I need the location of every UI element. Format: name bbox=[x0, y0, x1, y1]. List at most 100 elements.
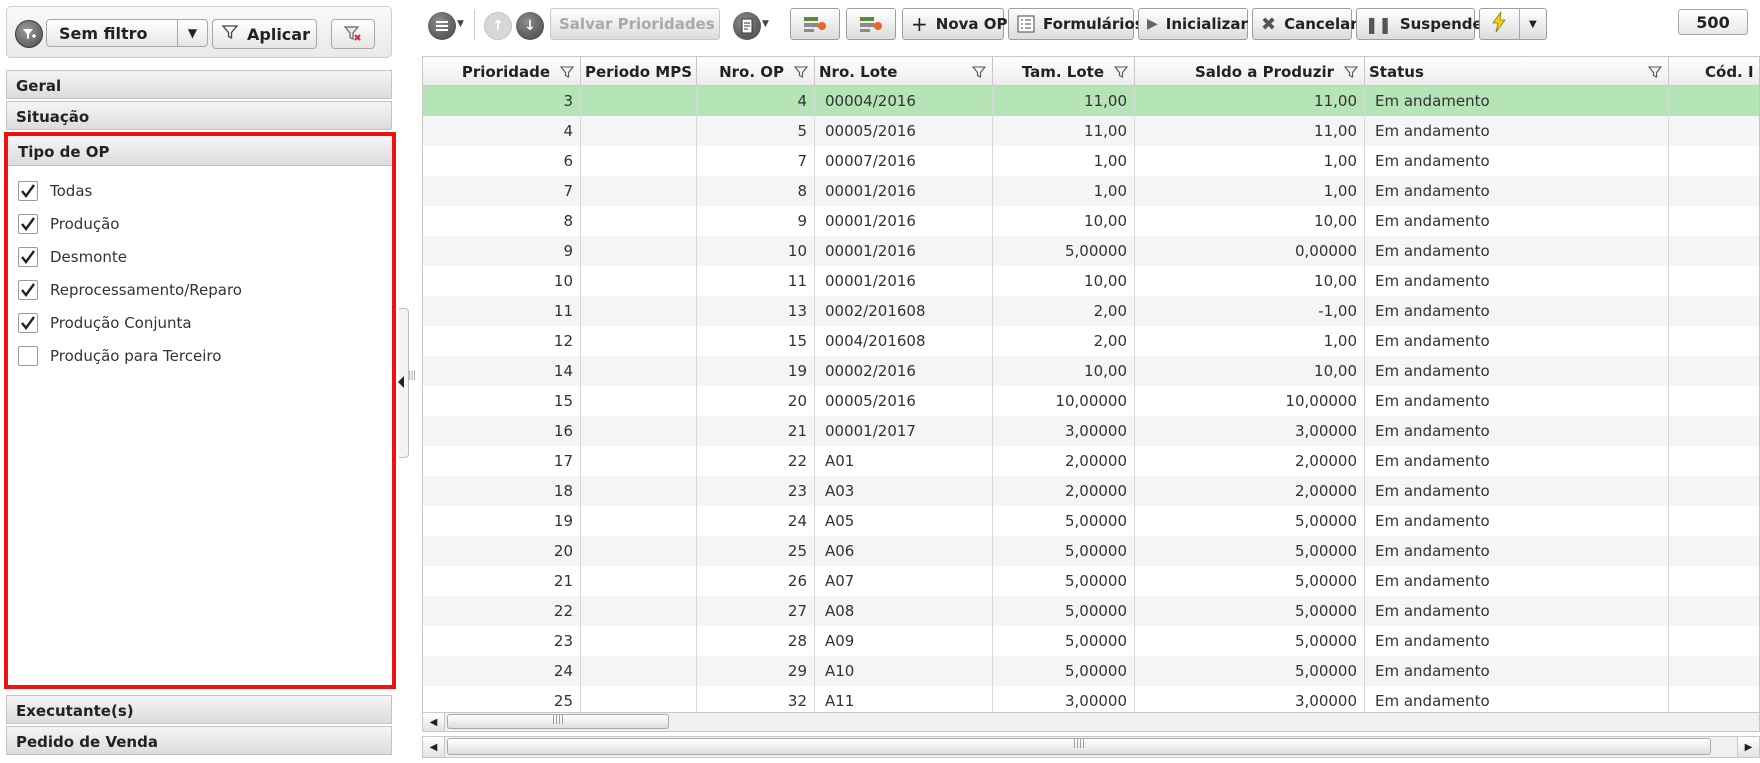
column-divider bbox=[1364, 86, 1365, 713]
table-row[interactable]: 7 8 00001/2016 1,00 1,00 Em andamento bbox=[423, 176, 1759, 206]
document-menu-button[interactable] bbox=[733, 12, 761, 40]
table-row[interactable]: 18 23 A03 2,00000 2,00000 Em andamento bbox=[423, 476, 1759, 506]
table-row[interactable]: 19 24 A05 5,00000 5,00000 Em andamento bbox=[423, 506, 1759, 536]
chevron-down-icon[interactable]: ▼ bbox=[177, 20, 207, 46]
actions-menu-button[interactable]: ▼ bbox=[1479, 8, 1547, 40]
cell-saldo: 5,00000 bbox=[1294, 572, 1357, 590]
funnel-icon[interactable] bbox=[1646, 63, 1664, 81]
funnel-icon[interactable] bbox=[558, 63, 576, 81]
checkbox-checked[interactable] bbox=[18, 313, 38, 333]
table-row[interactable]: 14 19 00002/2016 10,00 10,00 Em andamento bbox=[423, 356, 1759, 386]
column-header-saldo[interactable]: Saldo a Produzir bbox=[1135, 57, 1365, 86]
cell-periodo bbox=[581, 326, 697, 356]
checkbox-unchecked[interactable] bbox=[18, 346, 38, 366]
table-row[interactable]: 4 5 00005/2016 11,00 11,00 Em andamento bbox=[423, 116, 1759, 146]
table-row[interactable]: 10 11 00001/2016 10,00 10,00 Em andamento bbox=[423, 266, 1759, 296]
accordion-tipo-op[interactable]: Tipo de OP bbox=[8, 136, 392, 166]
table-row[interactable]: 12 15 0004/201608 2,00 1,00 Em andamento bbox=[423, 326, 1759, 356]
cell-prioridade: 4 bbox=[563, 122, 573, 140]
accordion-situacao[interactable]: Situação bbox=[6, 101, 392, 130]
gantt-settings-button[interactable] bbox=[846, 8, 896, 40]
outer-horizontal-scrollbar[interactable]: ◀ |||| ▶ bbox=[422, 736, 1760, 758]
table-row[interactable]: 24 29 A10 5,00000 5,00000 Em andamento bbox=[423, 656, 1759, 686]
cell-periodo bbox=[581, 416, 697, 446]
clear-filter-button[interactable] bbox=[331, 19, 375, 49]
scroll-left-icon[interactable]: ◀ bbox=[423, 713, 445, 731]
chevron-down-icon[interactable]: ▼ bbox=[457, 19, 464, 29]
accordion-pedido-venda[interactable]: Pedido de Venda bbox=[6, 726, 392, 755]
cell-status: Em andamento bbox=[1375, 422, 1490, 440]
table-row[interactable]: 3 4 00004/2016 11,00 11,00 Em andamento bbox=[423, 86, 1759, 116]
suspend-button[interactable]: ❚❚ Suspender bbox=[1356, 8, 1490, 40]
table-row[interactable]: 15 20 00005/2016 10,00000 10,00000 Em andamen… bbox=[423, 386, 1759, 416]
checkbox-checked[interactable] bbox=[18, 214, 38, 234]
column-header-prioridade[interactable]: Prioridade bbox=[423, 57, 581, 86]
table-row[interactable]: 23 28 A09 5,00000 5,00000 Em andamento bbox=[423, 626, 1759, 656]
scroll-right-icon[interactable]: ▶ bbox=[1737, 737, 1759, 757]
funnel-icon[interactable] bbox=[1112, 63, 1130, 81]
scroll-thumb[interactable]: |||| bbox=[447, 714, 669, 729]
cell-status: Em andamento bbox=[1375, 152, 1490, 170]
funnel-icon[interactable] bbox=[970, 63, 988, 81]
collapse-arrow-icon[interactable] bbox=[398, 376, 404, 388]
table-row[interactable]: 8 9 00001/2016 10,00 10,00 Em andamento bbox=[423, 206, 1759, 236]
cell-status: Em andamento bbox=[1375, 452, 1490, 470]
filter-select[interactable]: Sem filtro ▼ bbox=[46, 19, 208, 47]
funnel-icon[interactable] bbox=[1342, 63, 1360, 81]
table-row[interactable]: 11 13 0002/201608 2,00 -1,00 Em andamento bbox=[423, 296, 1759, 326]
chevron-down-icon[interactable]: ▼ bbox=[1518, 9, 1546, 39]
table-row[interactable]: 16 21 00001/2017 3,00000 3,00000 Em andamento bbox=[423, 416, 1759, 446]
tipo-op-option[interactable]: Reprocessamento/Reparo bbox=[18, 278, 242, 302]
table-row[interactable]: 20 25 A06 5,00000 5,00000 Em andamento bbox=[423, 536, 1759, 566]
column-header-tam-lote[interactable]: Tam. Lote bbox=[993, 57, 1135, 86]
new-op-button[interactable]: + Nova OP bbox=[902, 8, 1008, 40]
cell-lote: 00001/2016 bbox=[825, 182, 916, 200]
cancel-op-button[interactable]: ✖ Cancelar bbox=[1252, 8, 1358, 40]
inner-horizontal-scrollbar[interactable]: ◀ |||| bbox=[422, 712, 1760, 732]
tipo-op-option[interactable]: Produção bbox=[18, 212, 119, 236]
cell-periodo bbox=[581, 596, 697, 626]
checkbox-checked[interactable] bbox=[18, 181, 38, 201]
checkmark-icon bbox=[21, 250, 35, 264]
table-row[interactable]: 22 27 A08 5,00000 5,00000 Em andamento bbox=[423, 596, 1759, 626]
checkbox-checked[interactable] bbox=[18, 247, 38, 267]
cell-saldo: 10,00 bbox=[1314, 212, 1357, 230]
cell-status: Em andamento bbox=[1375, 332, 1490, 350]
tipo-op-option[interactable]: Produção Conjunta bbox=[18, 311, 192, 335]
forms-button[interactable]: Formulários bbox=[1008, 8, 1144, 40]
save-priorities-button[interactable]: Salvar Prioridades bbox=[550, 8, 720, 40]
accordion-geral[interactable]: Geral bbox=[6, 70, 392, 99]
scroll-thumb[interactable]: |||| bbox=[447, 738, 1711, 755]
chevron-down-icon[interactable]: ▼ bbox=[762, 19, 769, 29]
column-header-periodo-mps[interactable]: Periodo MPS bbox=[581, 57, 697, 86]
tipo-op-option[interactable]: Produção para Terceiro bbox=[18, 344, 221, 368]
table-row[interactable]: 9 10 00001/2016 5,00000 0,00000 Em andamento bbox=[423, 236, 1759, 266]
cell-op: 5 bbox=[797, 122, 807, 140]
accordion-executantes[interactable]: Executante(s) bbox=[6, 695, 392, 724]
page-size-field[interactable]: 500 bbox=[1678, 9, 1748, 35]
filter-menu-button[interactable] bbox=[15, 20, 43, 48]
scroll-left-icon[interactable]: ◀ bbox=[423, 737, 445, 757]
column-header-status[interactable]: Status bbox=[1365, 57, 1669, 86]
cell-lote: 0004/201608 bbox=[825, 332, 926, 350]
column-label: Nro. Lote bbox=[819, 63, 898, 81]
column-header-nro-lote[interactable]: Nro. Lote bbox=[815, 57, 993, 86]
gantt-view-button[interactable] bbox=[790, 8, 840, 40]
funnel-icon[interactable] bbox=[792, 63, 810, 81]
checkbox-checked[interactable] bbox=[18, 280, 38, 300]
cell-periodo bbox=[581, 356, 697, 386]
table-row[interactable]: 6 7 00007/2016 1,00 1,00 Em andamento bbox=[423, 146, 1759, 176]
tipo-op-option[interactable]: Desmonte bbox=[18, 245, 127, 269]
table-row[interactable]: 17 22 A01 2,00000 2,00000 Em andamento bbox=[423, 446, 1759, 476]
table-row[interactable]: 25 32 A11 3,00000 3,00000 Em andamento bbox=[423, 686, 1759, 713]
splitter-grip-icon[interactable]: ||| bbox=[408, 370, 418, 394]
initialize-button[interactable]: ▶ Inicializar bbox=[1138, 8, 1248, 40]
column-header-nro-op[interactable]: Nro. OP bbox=[697, 57, 815, 86]
table-row[interactable]: 21 26 A07 5,00000 5,00000 Em andamento bbox=[423, 566, 1759, 596]
tipo-op-option[interactable]: Todas bbox=[18, 179, 92, 203]
column-header-cod[interactable]: Cód. I bbox=[1669, 57, 1759, 86]
move-up-button[interactable]: ↑ bbox=[484, 12, 512, 40]
move-down-button[interactable]: ↓ bbox=[516, 12, 544, 40]
apply-filter-button[interactable]: Aplicar bbox=[212, 19, 317, 49]
list-menu-button[interactable] bbox=[428, 12, 456, 40]
